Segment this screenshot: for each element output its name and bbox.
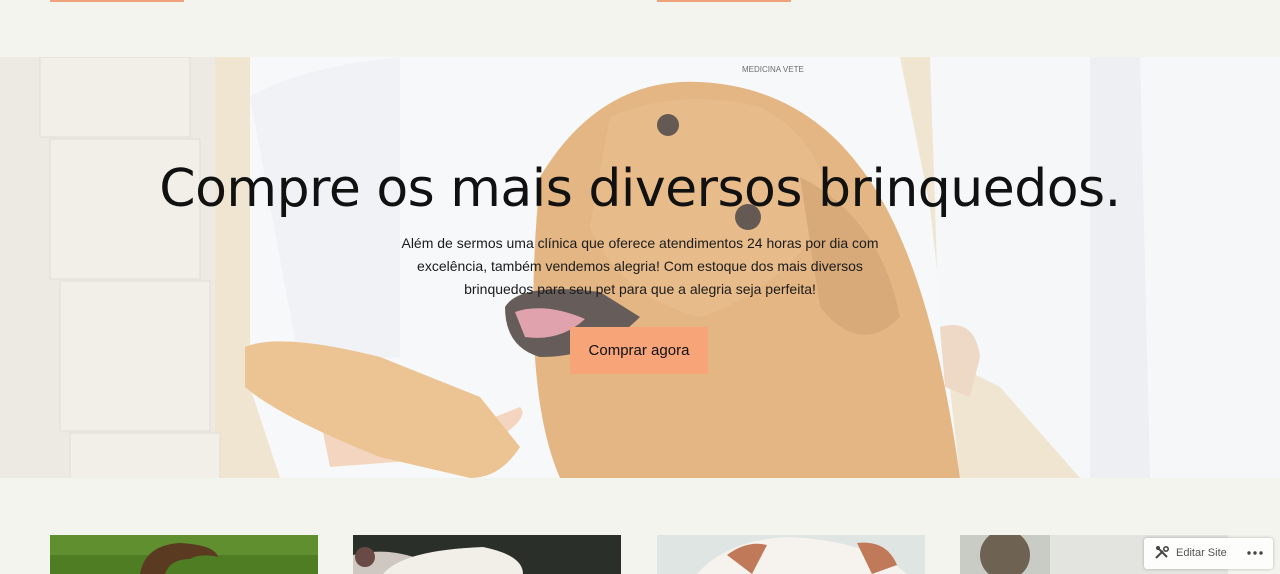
tools-icon[interactable] [1154,545,1170,561]
previous-section-button-2[interactable] [657,0,791,2]
previous-section-button[interactable] [50,0,184,2]
edit-site-link[interactable]: Editar Site [1176,547,1227,559]
hero-description: Além de sermos uma clínica que oferece a… [401,235,879,297]
more-icon[interactable] [1246,545,1264,561]
product-card-image[interactable] [657,535,925,574]
edit-site-bar: Editar Site [1144,538,1273,569]
hero-title: Compre os mais diversos brinquedos. [159,159,1121,219]
product-card-image[interactable] [353,535,621,574]
buy-now-button[interactable]: Comprar agora [570,327,708,374]
product-card-image[interactable] [50,535,318,574]
hero-section: MEDICINA VETE Compre os mais diversos br… [0,57,1280,478]
